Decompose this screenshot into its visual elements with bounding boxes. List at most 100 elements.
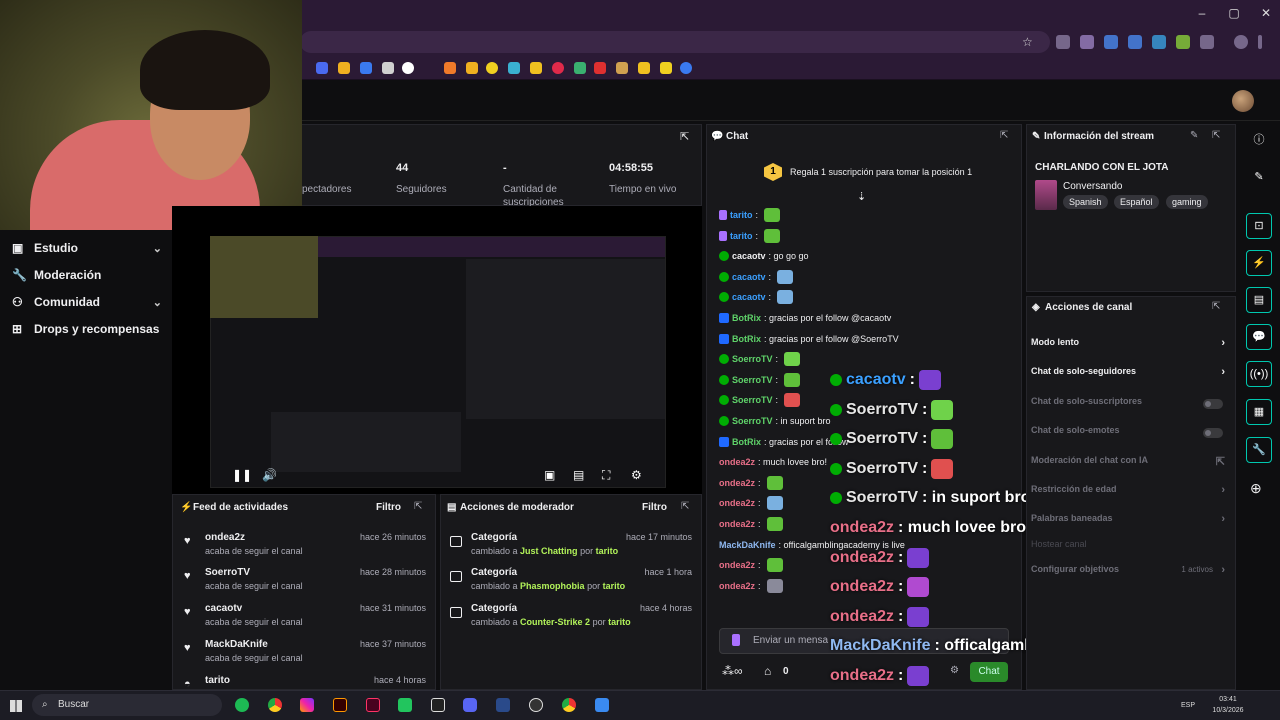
stream-category[interactable]: Conversando xyxy=(1063,181,1122,192)
action-slow-mode[interactable]: Modo lento › xyxy=(1031,337,1229,353)
quick-action-doc-icon[interactable]: ▤ xyxy=(1246,287,1272,313)
sidebar-item-drops[interactable]: ⊞ Drops y recompensas xyxy=(12,319,162,339)
bookmark-icon[interactable] xyxy=(616,62,628,74)
address-bar[interactable] xyxy=(300,31,1050,53)
gift-sub-banner[interactable]: 1 Regala 1 suscripción para tomar la pos… xyxy=(764,162,994,182)
chat-username[interactable]: ondea2z xyxy=(719,498,755,508)
pencil-icon[interactable]: ✎ xyxy=(1246,165,1272,191)
add-quick-action-icon[interactable]: ⊕ xyxy=(1250,480,1262,497)
collapse-icon[interactable]: ⇣ xyxy=(857,190,866,203)
close-button[interactable]: ✕ xyxy=(1254,6,1278,22)
chat-username[interactable]: ondea2z xyxy=(719,478,755,488)
chrome-icon[interactable] xyxy=(268,698,282,712)
quick-action-bolt-icon[interactable]: ⚡ xyxy=(1246,250,1272,276)
emote-icon[interactable]: ⁂∞ xyxy=(722,664,743,678)
windows-start-icon[interactable] xyxy=(10,700,22,712)
bookmark-icon[interactable] xyxy=(660,62,672,74)
bookmark-icon[interactable] xyxy=(552,62,564,74)
extension-icon[interactable] xyxy=(1152,35,1166,49)
extension-icon[interactable] xyxy=(1128,35,1142,49)
star-icon[interactable]: ☆ xyxy=(1022,35,1033,49)
chat-send-button[interactable]: Chat xyxy=(970,662,1008,682)
quick-action-chat-icon[interactable]: 💬 xyxy=(1246,324,1272,350)
tag-espanol[interactable]: Español xyxy=(1114,195,1159,209)
quick-action-stack-icon[interactable]: ▦ xyxy=(1246,399,1272,425)
settings-gear-icon[interactable]: ⚙ xyxy=(631,468,642,482)
quick-action-broadcast-icon[interactable]: ((•)) xyxy=(1246,361,1272,387)
clock-time[interactable]: 03:41 xyxy=(1208,696,1248,703)
bookmark-icon[interactable] xyxy=(530,62,542,74)
bookmark-icon[interactable] xyxy=(466,62,478,74)
bookmark-icon[interactable] xyxy=(338,62,350,74)
extension-icon[interactable] xyxy=(1104,35,1118,49)
clip-icon[interactable]: ▤ xyxy=(573,468,584,482)
bookmark-icon[interactable] xyxy=(382,62,394,74)
popout-icon[interactable]: ⇱ xyxy=(680,130,689,143)
app-icon[interactable] xyxy=(398,698,412,712)
edit-icon[interactable]: ✎ xyxy=(1190,130,1198,141)
feed-filter-button[interactable]: Filtro xyxy=(376,502,401,513)
bookmark-icon[interactable] xyxy=(638,62,650,74)
chat-username[interactable]: tarito xyxy=(730,210,753,220)
illustrator-icon[interactable] xyxy=(333,698,347,712)
profile-icon[interactable] xyxy=(1234,35,1248,49)
volume-icon[interactable]: 🔊 xyxy=(262,468,277,482)
quick-action-wrench-icon[interactable]: 🔧 xyxy=(1246,437,1272,463)
chat-username[interactable]: cacaotv xyxy=(732,251,766,261)
popout-icon[interactable]: ⇱ xyxy=(1212,130,1220,141)
pause-icon[interactable]: ❚❚ xyxy=(232,468,252,482)
chat-username[interactable]: ondea2z xyxy=(719,581,755,591)
sidebar-item-comunidad[interactable]: ⚇ Comunidad ⌄ xyxy=(12,292,162,312)
action-banned-words[interactable]: Palabras baneadas › xyxy=(1031,513,1229,529)
popout-icon[interactable]: ⇱ xyxy=(1212,301,1220,312)
extension-icon[interactable] xyxy=(1080,35,1094,49)
chat-username[interactable]: cacaotv xyxy=(732,272,766,282)
bookmark-icon[interactable] xyxy=(444,62,456,74)
app-icon[interactable] xyxy=(595,698,609,712)
chat-username[interactable]: SoerroTV xyxy=(732,354,773,364)
bookmark-icon[interactable] xyxy=(594,62,606,74)
instagram-icon[interactable] xyxy=(300,698,314,712)
action-ai-moderation[interactable]: Moderación del chat con IA ⇱ xyxy=(1031,455,1229,471)
extension-icon[interactable] xyxy=(1056,35,1070,49)
app-icon[interactable] xyxy=(431,698,445,712)
bookmark-icon[interactable] xyxy=(574,62,586,74)
action-subs-only[interactable]: Chat de solo-suscriptores xyxy=(1031,396,1229,412)
bookmark-icon[interactable] xyxy=(360,62,372,74)
bookmark-icon[interactable] xyxy=(316,62,328,74)
indesign-icon[interactable] xyxy=(366,698,380,712)
spotify-icon[interactable] xyxy=(235,698,249,712)
points-icon[interactable]: ⌂ xyxy=(764,664,771,678)
bookmark-icon[interactable] xyxy=(486,62,498,74)
chrome-icon[interactable] xyxy=(562,698,576,712)
popout-icon[interactable]: ⇱ xyxy=(1000,130,1008,141)
obs-icon[interactable] xyxy=(529,698,543,712)
sidebar-item-moderacion[interactable]: 🔧 Moderación xyxy=(12,265,162,285)
bookmark-icon[interactable] xyxy=(508,62,520,74)
chat-username[interactable]: BotRix xyxy=(732,334,761,344)
language-indicator[interactable]: ESP xyxy=(1181,702,1195,709)
chat-username[interactable]: BotRix xyxy=(732,313,761,323)
action-host-channel[interactable]: Hostear canal xyxy=(1031,539,1229,555)
discord-icon[interactable] xyxy=(463,698,477,712)
chat-username[interactable]: ondea2z xyxy=(719,519,755,529)
extension-icon[interactable] xyxy=(1176,35,1190,49)
action-age-restriction[interactable]: Restricción de edad › xyxy=(1031,484,1229,500)
maximize-button[interactable]: ▢ xyxy=(1222,6,1246,22)
chat-username[interactable]: SoerroTV xyxy=(732,375,773,385)
subs-only-toggle[interactable] xyxy=(1203,399,1223,409)
chat-username[interactable]: ondea2z xyxy=(719,457,755,467)
chat-settings-icon[interactable]: ⚙ xyxy=(950,665,959,676)
action-emote-only[interactable]: Chat de solo-emotes xyxy=(1031,425,1229,441)
popout-icon[interactable]: ⇱ xyxy=(414,501,422,512)
chat-username[interactable]: cacaotv xyxy=(732,292,766,302)
info-icon[interactable]: ⓘ xyxy=(1246,128,1272,154)
bookmark-icon[interactable] xyxy=(402,62,414,74)
clock-date[interactable]: 10/3/2026 xyxy=(1204,707,1252,714)
user-avatar[interactable] xyxy=(1232,90,1254,112)
fullscreen-icon[interactable]: ⛶ xyxy=(602,468,610,483)
mod-filter-button[interactable]: Filtro xyxy=(642,502,667,513)
tag-spanish[interactable]: Spanish xyxy=(1063,195,1108,209)
chat-username[interactable]: SoerroTV xyxy=(732,416,773,426)
chat-username[interactable]: ondea2z xyxy=(719,560,755,570)
